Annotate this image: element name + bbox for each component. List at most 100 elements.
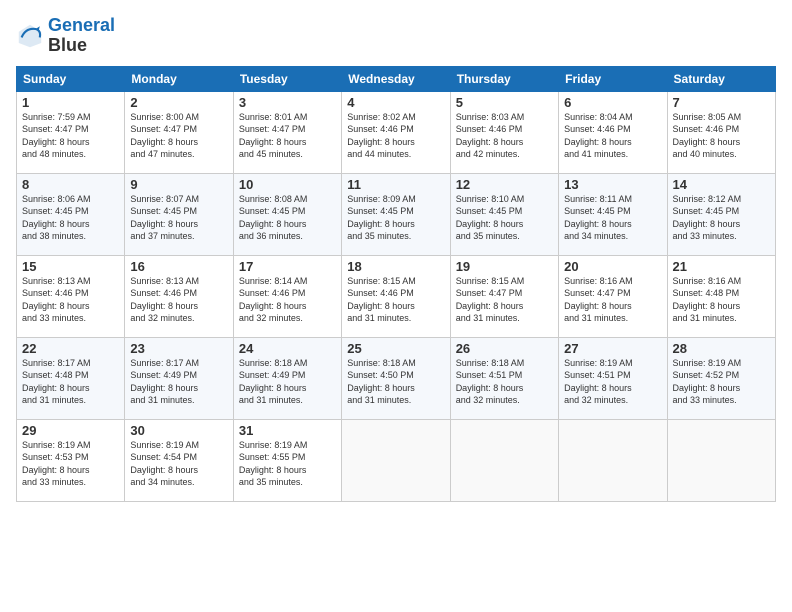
day-number: 27 bbox=[564, 341, 661, 356]
day-number: 10 bbox=[239, 177, 336, 192]
calendar-table: SundayMondayTuesdayWednesdayThursdayFrid… bbox=[16, 66, 776, 502]
logo-icon bbox=[16, 22, 44, 50]
day-number: 2 bbox=[130, 95, 227, 110]
day-number: 5 bbox=[456, 95, 553, 110]
day-info: Sunrise: 8:19 AMSunset: 4:53 PMDaylight:… bbox=[22, 439, 119, 489]
day-number: 12 bbox=[456, 177, 553, 192]
calendar-cell: 14Sunrise: 8:12 AMSunset: 4:45 PMDayligh… bbox=[667, 173, 775, 255]
day-info: Sunrise: 8:19 AMSunset: 4:54 PMDaylight:… bbox=[130, 439, 227, 489]
day-info: Sunrise: 8:07 AMSunset: 4:45 PMDaylight:… bbox=[130, 193, 227, 243]
day-info: Sunrise: 8:16 AMSunset: 4:48 PMDaylight:… bbox=[673, 275, 770, 325]
calendar-cell: 24Sunrise: 8:18 AMSunset: 4:49 PMDayligh… bbox=[233, 337, 341, 419]
calendar-week-row: 1Sunrise: 7:59 AMSunset: 4:47 PMDaylight… bbox=[17, 91, 776, 173]
day-info: Sunrise: 8:18 AMSunset: 4:49 PMDaylight:… bbox=[239, 357, 336, 407]
day-number: 8 bbox=[22, 177, 119, 192]
day-info: Sunrise: 8:13 AMSunset: 4:46 PMDaylight:… bbox=[22, 275, 119, 325]
day-number: 14 bbox=[673, 177, 770, 192]
calendar-cell: 22Sunrise: 8:17 AMSunset: 4:48 PMDayligh… bbox=[17, 337, 125, 419]
day-number: 20 bbox=[564, 259, 661, 274]
day-number: 6 bbox=[564, 95, 661, 110]
calendar-cell: 16Sunrise: 8:13 AMSunset: 4:46 PMDayligh… bbox=[125, 255, 233, 337]
day-info: Sunrise: 8:06 AMSunset: 4:45 PMDaylight:… bbox=[22, 193, 119, 243]
weekday-header: Wednesday bbox=[342, 66, 450, 91]
day-number: 28 bbox=[673, 341, 770, 356]
day-info: Sunrise: 8:13 AMSunset: 4:46 PMDaylight:… bbox=[130, 275, 227, 325]
weekday-header: Sunday bbox=[17, 66, 125, 91]
day-number: 17 bbox=[239, 259, 336, 274]
day-info: Sunrise: 8:19 AMSunset: 4:51 PMDaylight:… bbox=[564, 357, 661, 407]
day-number: 1 bbox=[22, 95, 119, 110]
day-number: 4 bbox=[347, 95, 444, 110]
calendar-cell: 8Sunrise: 8:06 AMSunset: 4:45 PMDaylight… bbox=[17, 173, 125, 255]
page: General Blue SundayMondayTuesdayWednesda… bbox=[0, 0, 792, 612]
day-number: 23 bbox=[130, 341, 227, 356]
day-info: Sunrise: 8:08 AMSunset: 4:45 PMDaylight:… bbox=[239, 193, 336, 243]
calendar-cell: 11Sunrise: 8:09 AMSunset: 4:45 PMDayligh… bbox=[342, 173, 450, 255]
weekday-header: Monday bbox=[125, 66, 233, 91]
calendar-cell: 17Sunrise: 8:14 AMSunset: 4:46 PMDayligh… bbox=[233, 255, 341, 337]
calendar-cell: 19Sunrise: 8:15 AMSunset: 4:47 PMDayligh… bbox=[450, 255, 558, 337]
calendar-cell: 29Sunrise: 8:19 AMSunset: 4:53 PMDayligh… bbox=[17, 419, 125, 501]
calendar-cell bbox=[667, 419, 775, 501]
calendar-cell: 21Sunrise: 8:16 AMSunset: 4:48 PMDayligh… bbox=[667, 255, 775, 337]
calendar-week-row: 8Sunrise: 8:06 AMSunset: 4:45 PMDaylight… bbox=[17, 173, 776, 255]
calendar-cell: 1Sunrise: 7:59 AMSunset: 4:47 PMDaylight… bbox=[17, 91, 125, 173]
day-number: 16 bbox=[130, 259, 227, 274]
day-number: 26 bbox=[456, 341, 553, 356]
header: General Blue bbox=[16, 16, 776, 56]
day-info: Sunrise: 8:15 AMSunset: 4:47 PMDaylight:… bbox=[456, 275, 553, 325]
day-number: 19 bbox=[456, 259, 553, 274]
calendar-cell: 23Sunrise: 8:17 AMSunset: 4:49 PMDayligh… bbox=[125, 337, 233, 419]
day-number: 18 bbox=[347, 259, 444, 274]
day-info: Sunrise: 8:04 AMSunset: 4:46 PMDaylight:… bbox=[564, 111, 661, 161]
calendar-week-row: 29Sunrise: 8:19 AMSunset: 4:53 PMDayligh… bbox=[17, 419, 776, 501]
day-info: Sunrise: 8:00 AMSunset: 4:47 PMDaylight:… bbox=[130, 111, 227, 161]
calendar-cell: 30Sunrise: 8:19 AMSunset: 4:54 PMDayligh… bbox=[125, 419, 233, 501]
calendar-cell: 5Sunrise: 8:03 AMSunset: 4:46 PMDaylight… bbox=[450, 91, 558, 173]
day-number: 15 bbox=[22, 259, 119, 274]
day-number: 30 bbox=[130, 423, 227, 438]
calendar-cell: 18Sunrise: 8:15 AMSunset: 4:46 PMDayligh… bbox=[342, 255, 450, 337]
day-info: Sunrise: 8:17 AMSunset: 4:49 PMDaylight:… bbox=[130, 357, 227, 407]
calendar-cell: 3Sunrise: 8:01 AMSunset: 4:47 PMDaylight… bbox=[233, 91, 341, 173]
day-info: Sunrise: 8:02 AMSunset: 4:46 PMDaylight:… bbox=[347, 111, 444, 161]
day-number: 11 bbox=[347, 177, 444, 192]
day-info: Sunrise: 8:09 AMSunset: 4:45 PMDaylight:… bbox=[347, 193, 444, 243]
day-number: 22 bbox=[22, 341, 119, 356]
calendar-cell: 2Sunrise: 8:00 AMSunset: 4:47 PMDaylight… bbox=[125, 91, 233, 173]
day-number: 13 bbox=[564, 177, 661, 192]
day-number: 29 bbox=[22, 423, 119, 438]
day-info: Sunrise: 8:19 AMSunset: 4:55 PMDaylight:… bbox=[239, 439, 336, 489]
calendar-cell: 26Sunrise: 8:18 AMSunset: 4:51 PMDayligh… bbox=[450, 337, 558, 419]
calendar-cell: 28Sunrise: 8:19 AMSunset: 4:52 PMDayligh… bbox=[667, 337, 775, 419]
day-info: Sunrise: 8:12 AMSunset: 4:45 PMDaylight:… bbox=[673, 193, 770, 243]
day-info: Sunrise: 8:01 AMSunset: 4:47 PMDaylight:… bbox=[239, 111, 336, 161]
day-info: Sunrise: 8:18 AMSunset: 4:50 PMDaylight:… bbox=[347, 357, 444, 407]
day-number: 9 bbox=[130, 177, 227, 192]
calendar-cell: 25Sunrise: 8:18 AMSunset: 4:50 PMDayligh… bbox=[342, 337, 450, 419]
day-info: Sunrise: 8:10 AMSunset: 4:45 PMDaylight:… bbox=[456, 193, 553, 243]
calendar-cell bbox=[342, 419, 450, 501]
weekday-header: Friday bbox=[559, 66, 667, 91]
weekday-header: Thursday bbox=[450, 66, 558, 91]
calendar-week-row: 22Sunrise: 8:17 AMSunset: 4:48 PMDayligh… bbox=[17, 337, 776, 419]
calendar-cell bbox=[450, 419, 558, 501]
day-info: Sunrise: 8:11 AMSunset: 4:45 PMDaylight:… bbox=[564, 193, 661, 243]
calendar-cell: 12Sunrise: 8:10 AMSunset: 4:45 PMDayligh… bbox=[450, 173, 558, 255]
day-info: Sunrise: 8:03 AMSunset: 4:46 PMDaylight:… bbox=[456, 111, 553, 161]
day-info: Sunrise: 8:05 AMSunset: 4:46 PMDaylight:… bbox=[673, 111, 770, 161]
calendar-cell: 7Sunrise: 8:05 AMSunset: 4:46 PMDaylight… bbox=[667, 91, 775, 173]
calendar-cell: 10Sunrise: 8:08 AMSunset: 4:45 PMDayligh… bbox=[233, 173, 341, 255]
calendar-cell: 13Sunrise: 8:11 AMSunset: 4:45 PMDayligh… bbox=[559, 173, 667, 255]
calendar-cell: 27Sunrise: 8:19 AMSunset: 4:51 PMDayligh… bbox=[559, 337, 667, 419]
calendar-week-row: 15Sunrise: 8:13 AMSunset: 4:46 PMDayligh… bbox=[17, 255, 776, 337]
day-number: 7 bbox=[673, 95, 770, 110]
day-number: 21 bbox=[673, 259, 770, 274]
calendar-cell: 4Sunrise: 8:02 AMSunset: 4:46 PMDaylight… bbox=[342, 91, 450, 173]
calendar-cell bbox=[559, 419, 667, 501]
calendar-cell: 20Sunrise: 8:16 AMSunset: 4:47 PMDayligh… bbox=[559, 255, 667, 337]
day-number: 31 bbox=[239, 423, 336, 438]
calendar-cell: 9Sunrise: 8:07 AMSunset: 4:45 PMDaylight… bbox=[125, 173, 233, 255]
calendar-header-row: SundayMondayTuesdayWednesdayThursdayFrid… bbox=[17, 66, 776, 91]
day-info: Sunrise: 8:19 AMSunset: 4:52 PMDaylight:… bbox=[673, 357, 770, 407]
